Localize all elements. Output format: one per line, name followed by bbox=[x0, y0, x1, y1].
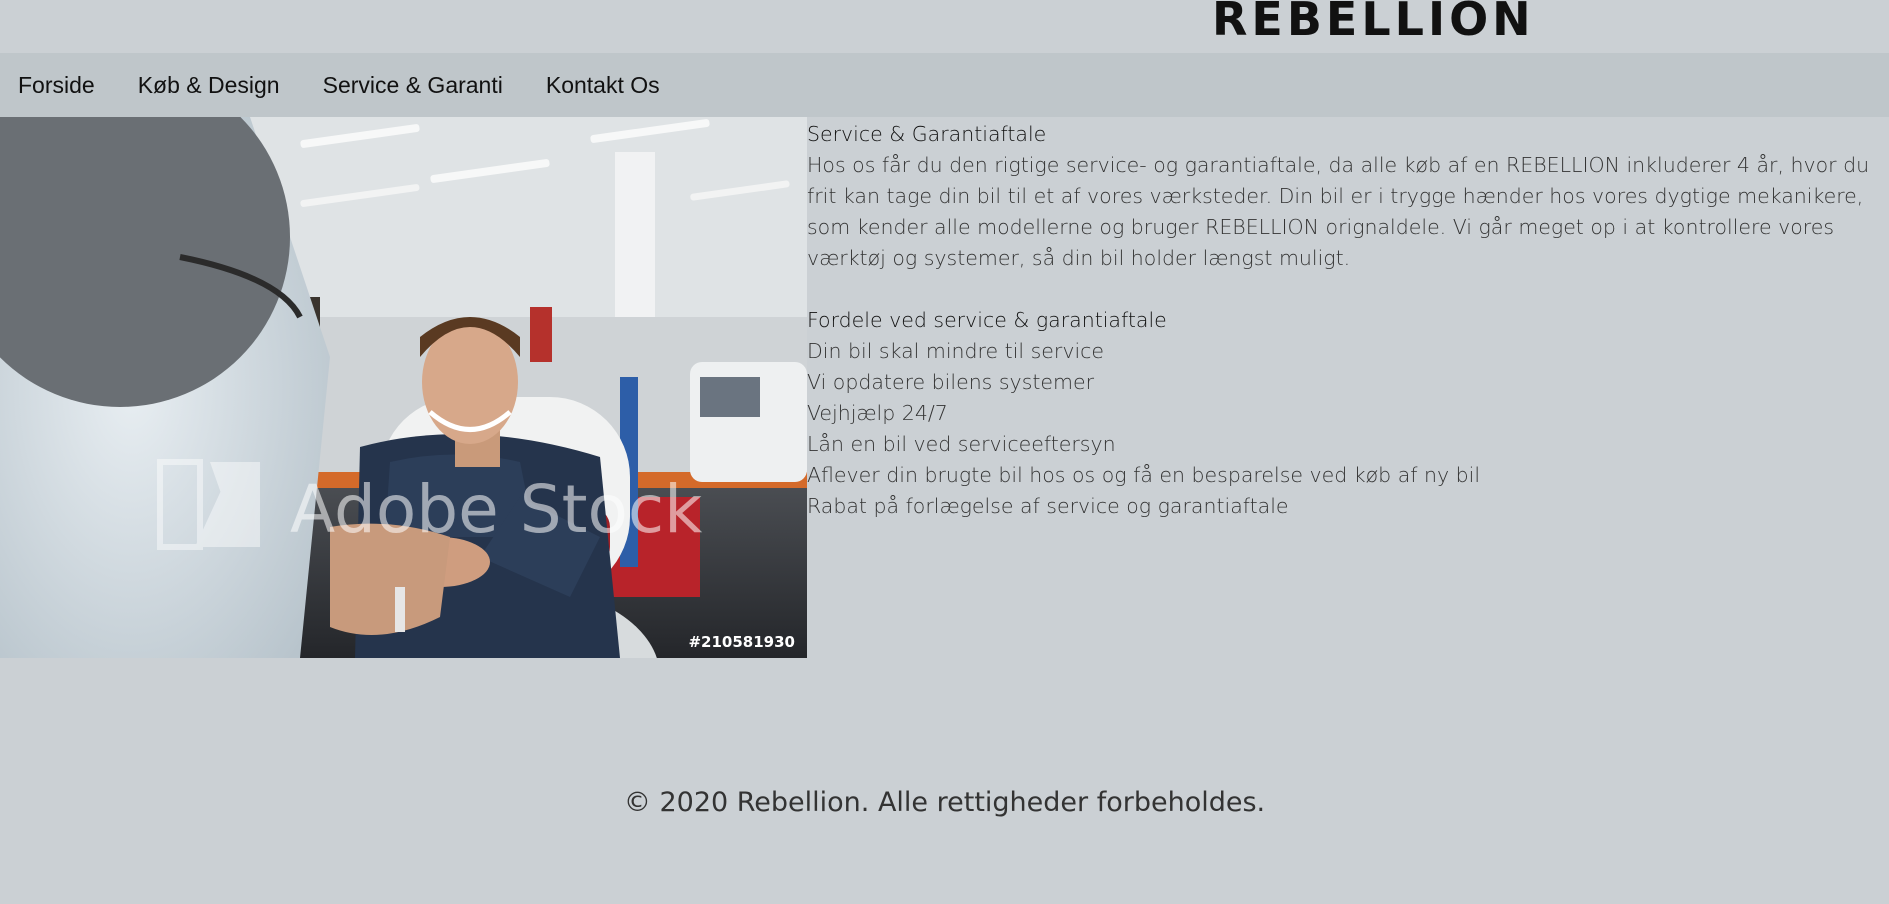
garage-photo-illustration: Adobe Stock #210581930 bbox=[0, 117, 807, 658]
article-intro: Hos os får du den rigtige service- og ga… bbox=[807, 153, 1870, 270]
nav-item-koeb-design[interactable]: Køb & Design bbox=[138, 72, 280, 99]
benefits-title: Fordele ved service & garantiaftale bbox=[807, 308, 1167, 332]
nav-item-kontakt-os[interactable]: Kontakt Os bbox=[546, 72, 660, 99]
service-article: Service & Garantiaftale Hos os får du de… bbox=[807, 119, 1885, 522]
footer-copyright: © 2020 Rebellion. Alle rettigheder forbe… bbox=[623, 787, 1266, 818]
watermark-text: Adobe Stock bbox=[290, 471, 703, 548]
article-title: Service & Garantiaftale bbox=[807, 122, 1047, 146]
nav-item-forside[interactable]: Forside bbox=[18, 72, 95, 99]
benefit-item: Vejhjælp 24/7 bbox=[807, 401, 948, 425]
hero-photo: Adobe Stock #210581930 bbox=[0, 117, 807, 658]
stock-id-label: #210581930 bbox=[688, 633, 795, 651]
nav-item-service-garanti[interactable]: Service & Garanti bbox=[323, 72, 503, 99]
benefit-item: Din bil skal mindre til service bbox=[807, 339, 1105, 363]
benefit-item: Vi opdatere bilens systemer bbox=[807, 370, 1095, 394]
main-navigation: Forside Køb & Design Service & Garanti K… bbox=[0, 53, 1889, 117]
brand-logo[interactable]: REBELLION bbox=[1212, 0, 1535, 44]
benefit-item: Lån en bil ved serviceeftersyn bbox=[807, 432, 1116, 456]
benefit-item: Aflever din brugte bil hos os og få en b… bbox=[807, 463, 1481, 487]
benefit-item: Rabat på forlægelse af service og garant… bbox=[807, 494, 1289, 518]
header: REBELLION bbox=[0, 0, 1889, 53]
main-content: Adobe Stock #210581930 Service & Garanti… bbox=[0, 117, 1889, 658]
